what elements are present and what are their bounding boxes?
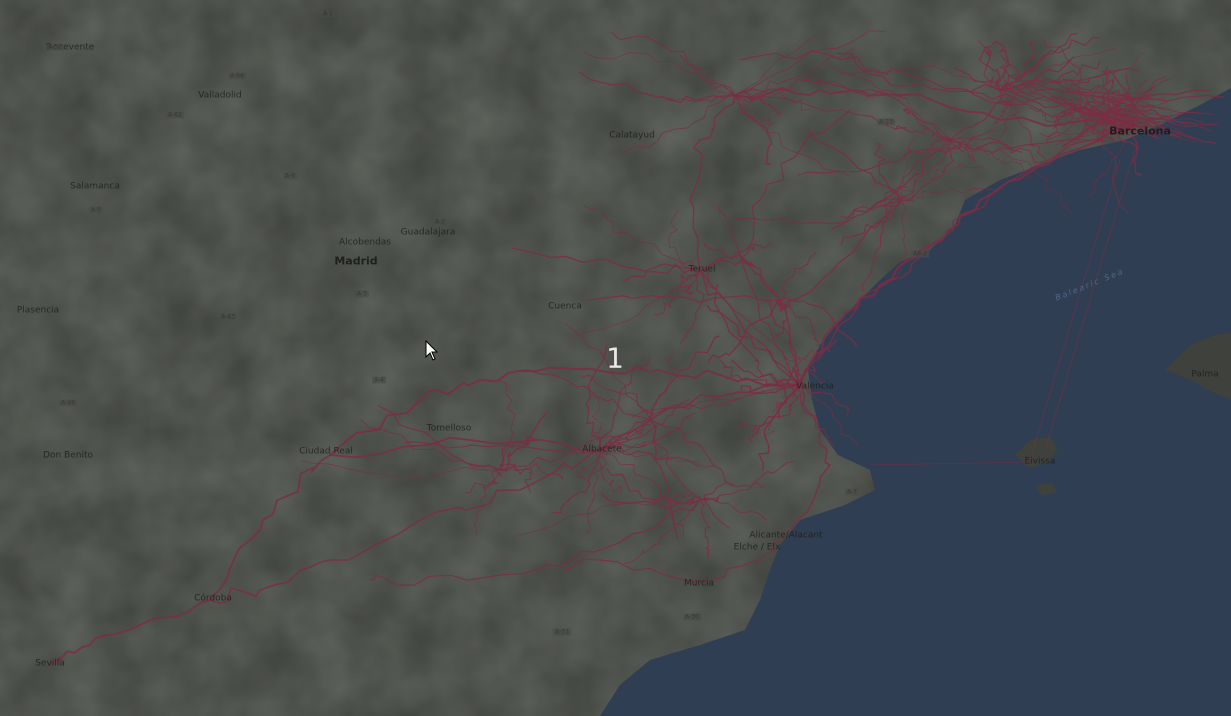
route-count-label: 1 <box>606 341 624 375</box>
road-shield: A-43 <box>219 313 237 321</box>
city-label-ciudad-real: Ciudad Real <box>299 446 353 457</box>
city-label-murcia: Murcia <box>684 578 714 589</box>
road-shield: A-62 <box>166 111 184 119</box>
city-label-alcobendas: Alcobendas <box>339 237 391 248</box>
road-shield: A-4 <box>372 376 386 384</box>
city-label-barcelona: Barcelona <box>1109 124 1171 138</box>
road-shield: AP-7 <box>911 250 929 258</box>
city-label-madrid: Madrid <box>334 254 378 268</box>
city-label-sevilla: Sevilla <box>35 658 65 669</box>
road-shield: A-7 <box>845 488 859 496</box>
city-label-cordoba: Córdoba <box>194 593 232 604</box>
road-shield: A-3 <box>355 290 369 298</box>
road-shield: A-30 <box>683 613 701 621</box>
city-label-valencia: Valencia <box>796 381 834 392</box>
city-label-guadalajara: Guadalajara <box>400 227 456 238</box>
road-shield: A-31 <box>553 628 571 636</box>
city-label-valladolid: Valladolid <box>198 90 242 101</box>
city-label-teruel: Teruel <box>688 264 716 275</box>
city-label-elche: Elche / Elx <box>733 542 781 553</box>
city-label-calatayud: Calatayud <box>609 130 655 141</box>
road-shield: A-23 <box>877 118 895 126</box>
map-view[interactable]: Benevente Valladolid Salamanca Alcobenda… <box>0 0 1231 716</box>
city-label-albacete: Albacete <box>582 444 622 455</box>
road-shield: A-2 <box>433 218 447 226</box>
road-shield: A-1 <box>321 10 335 18</box>
mouse-cursor-icon <box>425 340 439 361</box>
road-shield: A-49 <box>59 399 77 407</box>
city-label-cuenca: Cuenca <box>548 301 582 312</box>
city-label-ibiza: Eivissa <box>1024 456 1056 467</box>
road-shield: A-66 <box>228 72 246 80</box>
road-shield: A-6 <box>283 172 297 180</box>
city-label-tomelloso: Tomelloso <box>426 423 472 434</box>
city-label-alicante: Alicante/Alacant <box>749 530 823 541</box>
city-label-salamanca: Salamanca <box>70 181 120 192</box>
road-shield: A-52 <box>46 43 64 51</box>
road-shield: A-5 <box>89 206 103 214</box>
city-label-plasencia: Plasencia <box>16 305 60 316</box>
city-label-palma: Palma <box>1191 369 1219 380</box>
city-label-don-benito: Don Benito <box>43 450 93 461</box>
